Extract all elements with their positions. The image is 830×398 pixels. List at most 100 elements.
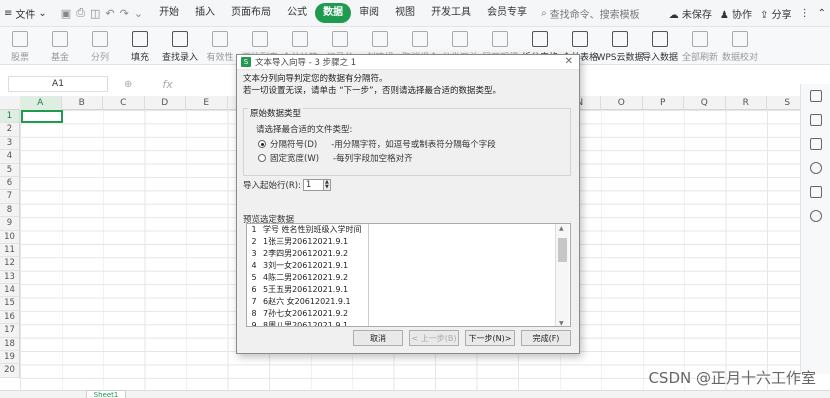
row-header[interactable]: 1 xyxy=(0,110,19,124)
radio-fixed-width[interactable] xyxy=(258,154,266,162)
preview-line-number: 7 xyxy=(251,297,257,306)
option-delimited[interactable]: 分隔符号(D) -用分隔字符，如逗号或制表符分隔每个字段 xyxy=(258,138,496,150)
column-header[interactable]: C xyxy=(103,96,145,110)
option-fixed-label: 固定宽度(W) xyxy=(270,154,320,164)
start-row-stepper[interactable]: 1 ▲ ▼ xyxy=(302,179,331,191)
column-header[interactable]: P xyxy=(643,96,684,110)
sheet-tab[interactable]: Sheet1 xyxy=(86,390,126,398)
radio-delimited[interactable] xyxy=(258,140,266,148)
tab-4[interactable]: 数据 xyxy=(315,3,352,23)
scroll-down-icon[interactable]: ▼ xyxy=(559,320,564,326)
redo-icon[interactable]: ↷ xyxy=(120,7,129,20)
properties-icon[interactable] xyxy=(809,114,822,126)
more-icon[interactable]: ⌄ xyxy=(134,7,143,20)
print-icon[interactable]: ⎙ xyxy=(76,6,85,20)
column-header[interactable]: D xyxy=(145,96,186,110)
ribbon-button-2[interactable]: 分列 xyxy=(80,29,120,63)
row-header[interactable]: 2 xyxy=(0,123,19,137)
preview-scrollbar[interactable]: ▲ ▼ xyxy=(555,224,569,326)
ribbon-button-3[interactable]: 填充 xyxy=(120,29,160,63)
sliders-icon[interactable] xyxy=(809,138,822,150)
row-header[interactable]: 7 xyxy=(0,190,19,204)
row-header[interactable]: 6 xyxy=(0,177,19,191)
ungroup-icon xyxy=(412,31,428,47)
unsaved-status[interactable]: ☁ 未保存 xyxy=(669,6,712,21)
row-header[interactable]: 14 xyxy=(0,284,19,298)
save-icon[interactable]: ▣ xyxy=(61,7,71,20)
start-row-value: 1 xyxy=(305,180,312,190)
tab-6[interactable]: 视图 xyxy=(387,3,423,23)
back-button[interactable]: < 上一步(B) xyxy=(409,330,459,346)
option-fixed-width[interactable]: 固定宽度(W) -每列字段加空格对齐 xyxy=(258,152,413,164)
next-button[interactable]: 下一步(N)> xyxy=(465,330,515,346)
row-header[interactable]: 4 xyxy=(0,150,19,164)
preview-line-text: 7孙七女20612021.9.2 xyxy=(263,309,349,318)
name-box[interactable]: A1 xyxy=(8,76,108,92)
ribbon-button-18[interactable]: 数据校对 xyxy=(720,29,760,63)
finish-button[interactable]: 完成(F) xyxy=(521,330,571,346)
column-header[interactable]: O xyxy=(601,96,643,110)
undo-icon[interactable]: ↶ xyxy=(105,7,114,20)
scroll-up-icon[interactable]: ▲ xyxy=(559,225,564,232)
column-header[interactable]: B xyxy=(62,96,103,110)
selected-cell[interactable] xyxy=(21,110,63,123)
help-icon[interactable] xyxy=(809,162,822,174)
option-delimited-label: 分隔符号(D) xyxy=(270,140,318,150)
tab-7[interactable]: 开发工具 xyxy=(423,3,479,23)
tab-2[interactable]: 页面布局 xyxy=(223,3,279,23)
tab-0[interactable]: 开始 xyxy=(151,3,187,23)
ribbon-button-label: 导入数据 xyxy=(641,53,678,63)
quick-access-toolbar: ▣ ⎙ ◫ ↶ ↷ ⌄ xyxy=(53,6,151,20)
scroll-thumb[interactable] xyxy=(558,238,567,262)
ribbon-button-5[interactable]: 有效性 xyxy=(200,29,240,63)
column-header[interactable]: R xyxy=(726,96,767,110)
row-header[interactable]: 8 xyxy=(0,204,19,218)
row-header[interactable]: 16 xyxy=(0,311,19,325)
tab-3[interactable]: 公式 xyxy=(279,3,315,23)
fx-icon[interactable]: fx xyxy=(162,78,172,91)
share-button[interactable]: ⇪ 分享 xyxy=(760,6,792,21)
ribbon-button-label: 有效性 xyxy=(206,53,234,63)
stepper-arrows-icon[interactable]: ▲ ▼ xyxy=(322,179,331,191)
row-header[interactable]: 11 xyxy=(0,244,19,258)
row-header[interactable]: 20 xyxy=(0,364,19,378)
preview-icon[interactable]: ◫ xyxy=(90,7,100,20)
row-header[interactable]: 9 xyxy=(0,217,19,231)
row-header[interactable]: 15 xyxy=(0,297,19,311)
tab-5[interactable]: 审阅 xyxy=(351,3,387,23)
row-header[interactable]: 5 xyxy=(0,164,19,177)
file-menu[interactable]: ≡ 文件 ⌄ xyxy=(0,0,53,27)
row-header[interactable]: 3 xyxy=(0,137,19,151)
command-search[interactable]: ⌕ 查找命令、搜索模板 xyxy=(541,6,640,21)
ribbon-button-16[interactable]: 导入数据 xyxy=(640,29,680,63)
file-type-prompt: 请选择最合适的文件类型: xyxy=(256,125,353,135)
ribbon-button-1[interactable]: 基金 xyxy=(40,29,80,63)
ribbon-button-0[interactable]: 股票 xyxy=(0,29,40,63)
collab-button[interactable]: ♟ 协作 xyxy=(720,6,752,21)
column-header[interactable]: A xyxy=(20,96,62,110)
row-header[interactable]: 17 xyxy=(0,324,19,338)
column-header[interactable]: S xyxy=(767,96,800,110)
location-icon[interactable] xyxy=(809,210,822,222)
row-header[interactable]: 18 xyxy=(0,338,19,352)
more-options-icon[interactable]: ⋮ xyxy=(800,8,810,19)
ribbon-button-15[interactable]: WPS云数据 xyxy=(596,29,644,63)
close-icon[interactable]: ✕ xyxy=(565,56,573,67)
collapse-ribbon-icon[interactable]: ⌃ xyxy=(818,8,826,19)
row-header[interactable]: 13 xyxy=(0,271,19,285)
column-header[interactable]: E xyxy=(186,96,228,110)
column-header[interactable]: Q xyxy=(684,96,726,110)
preview-box[interactable]: 1 2 3 4 5 6 7 8 9 学号 姓名性别班级入学时间 1张三男20612021.9.1 2… xyxy=(246,223,571,327)
refresh-icon xyxy=(692,31,708,47)
zoom-icon[interactable]: ⊕ xyxy=(124,79,132,90)
ribbon-button-4[interactable]: 查找录入 xyxy=(160,29,200,63)
select-icon[interactable] xyxy=(809,90,822,102)
backup-icon[interactable] xyxy=(809,186,822,198)
tab-1[interactable]: 插入 xyxy=(187,3,223,23)
tab-8[interactable]: 会员专享 xyxy=(479,3,535,23)
row-header[interactable]: 12 xyxy=(0,257,19,271)
cancel-button[interactable]: 取消 xyxy=(353,330,403,346)
row-header[interactable]: 10 xyxy=(0,231,19,244)
ribbon-button-17[interactable]: 全部刷新 xyxy=(680,29,720,63)
row-header[interactable]: 19 xyxy=(0,351,19,365)
